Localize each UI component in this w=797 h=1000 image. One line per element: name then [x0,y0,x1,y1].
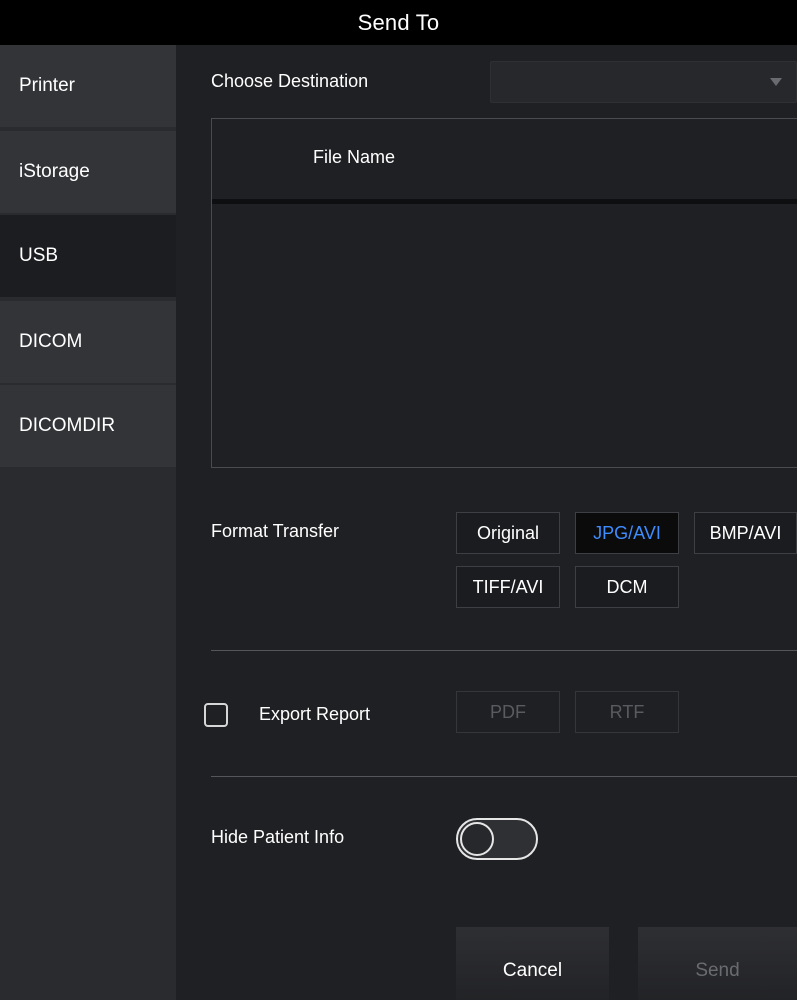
sidebar-item-label: Printer [19,75,75,96]
sidebar-item-printer[interactable]: Printer [0,45,176,127]
dialog-title: Send To [357,9,440,35]
sidebar-item-usb[interactable]: USB [0,215,176,297]
sidebar-item-dicom[interactable]: DICOM [0,301,176,383]
sidebar-item-label: USB [19,245,59,266]
choose-destination-label: Choose Destination [211,71,369,91]
chevron-down-icon [770,78,782,86]
format-original-button[interactable]: Original [456,512,560,554]
sidebar-item-istorage[interactable]: iStorage [0,131,176,213]
hide-patient-info-toggle[interactable] [456,818,538,860]
export-report-checkbox[interactable] [204,703,228,727]
export-rtf-button[interactable]: RTF [575,691,679,733]
toggle-knob [460,822,494,856]
hide-patient-info-label: Hide Patient Info [211,827,345,847]
sidebar-item-label: DICOMDIR [19,415,116,436]
column-header-file-name[interactable]: File Name [313,147,395,168]
section-divider [211,650,797,651]
section-divider [211,776,797,777]
format-transfer-label: Format Transfer [211,521,340,541]
file-list-header: File Name [212,119,797,204]
sidebar: Printer iStorage USB DICOM DICOMDIR [0,45,176,1000]
dialog-title-bar: Send To [0,0,797,45]
sidebar-item-label: iStorage [19,161,90,182]
destination-dropdown[interactable] [490,61,797,103]
sidebar-item-dicomdir[interactable]: DICOMDIR [0,385,176,467]
cancel-button[interactable]: Cancel [456,927,609,1000]
file-list[interactable]: File Name [211,118,797,468]
export-pdf-button[interactable]: PDF [456,691,560,733]
main-panel: Choose Destination File Name Format Tran… [176,45,797,1000]
format-jpg-avi-button[interactable]: JPG/AVI [575,512,679,554]
format-dcm-button[interactable]: DCM [575,566,679,608]
format-tiff-avi-button[interactable]: TIFF/AVI [456,566,560,608]
format-bmp-avi-button[interactable]: BMP/AVI [694,512,797,554]
cancel-button-label: Cancel [502,959,563,981]
send-button[interactable]: Send [638,927,797,1000]
sidebar-item-label: DICOM [19,331,83,352]
export-report-label: Export Report [259,704,371,724]
send-button-label: Send [695,959,740,981]
